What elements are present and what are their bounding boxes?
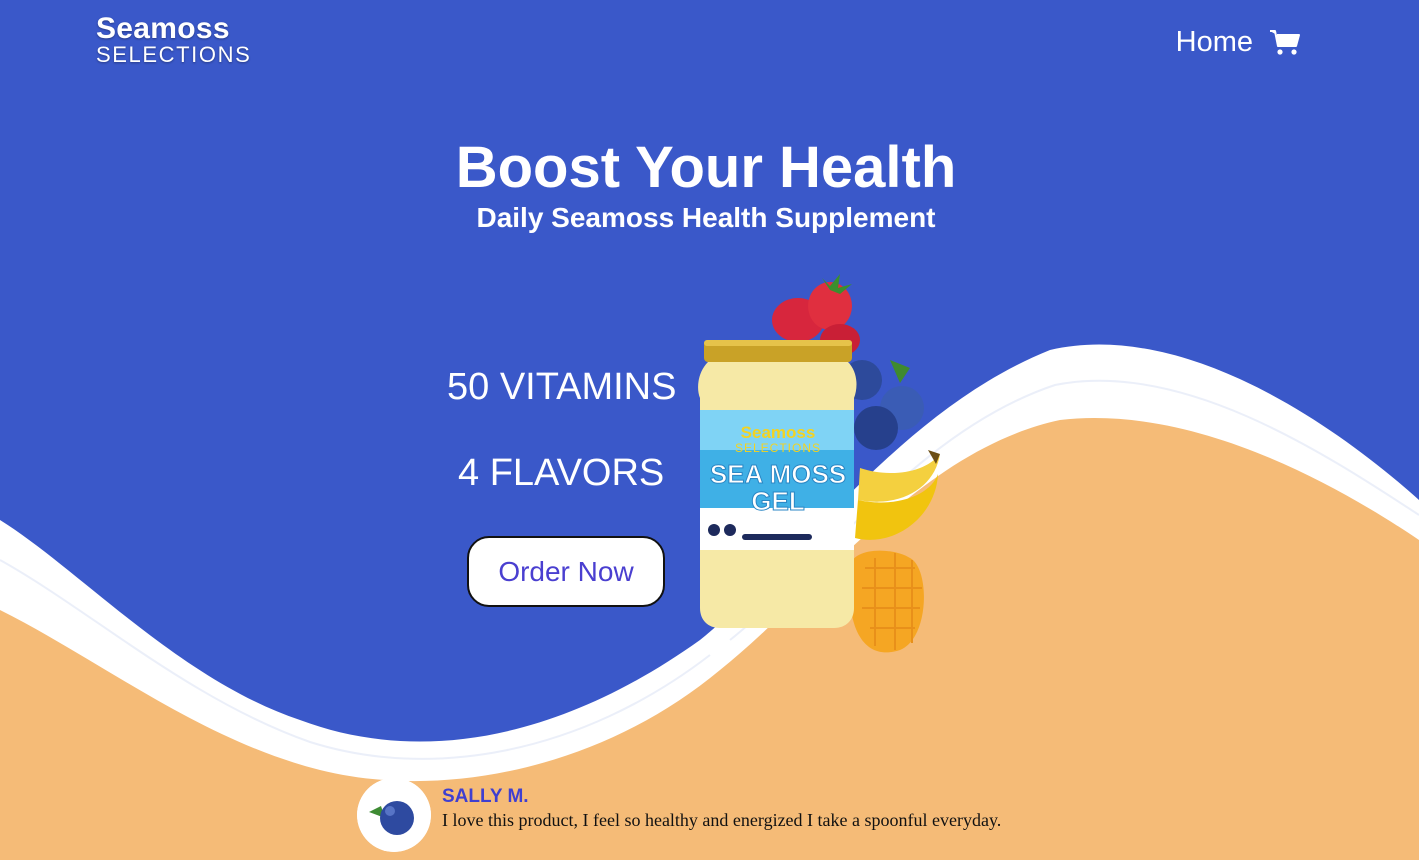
jar-label-title-2: GEL — [751, 486, 805, 516]
avatar — [357, 778, 431, 852]
logo-text-bottom: SELECTIONS — [96, 42, 252, 67]
top-nav: Home — [1176, 26, 1301, 59]
mango-icon — [849, 550, 924, 653]
order-now-button[interactable]: Order Now — [467, 536, 665, 607]
hero-subtitle: Daily Seamoss Health Supplement — [476, 202, 936, 233]
brand-logo[interactable]: Seamoss SELECTIONS — [96, 14, 251, 66]
reviewer-name: SALLY M. — [442, 786, 529, 807]
shopping-cart-icon[interactable] — [1269, 29, 1301, 57]
jar-label-brand-bottom: SELECTIONS — [735, 441, 821, 455]
jar-label-brand-top: Seamoss — [741, 423, 816, 442]
product-jar-image: Seamoss SELECTIONS SEA MOSS GEL — [698, 274, 940, 653]
jar-label-title-1: SEA MOSS — [710, 459, 846, 489]
stat-vitamins: 50 VITAMINS — [447, 366, 677, 408]
stat-flavors: 4 FLAVORS — [458, 452, 665, 494]
hero-title: Boost Your Health — [455, 135, 957, 200]
nav-home-link[interactable]: Home — [1176, 26, 1253, 59]
review-text: I love this product, I feel so healthy a… — [442, 810, 1002, 830]
logo-text-top: Seamoss — [96, 12, 230, 45]
banana-icon — [855, 450, 940, 540]
sea-moss-gel-jar: Seamoss SELECTIONS SEA MOSS GEL — [698, 340, 857, 628]
